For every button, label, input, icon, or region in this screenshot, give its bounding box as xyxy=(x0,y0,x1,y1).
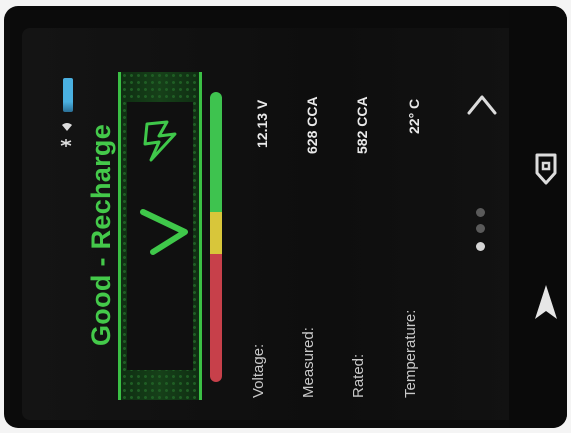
measured-label: Measured: xyxy=(300,327,317,398)
gauge-good-segment xyxy=(210,92,222,212)
device-bezel xyxy=(509,6,567,428)
page-dot[interactable] xyxy=(476,224,485,233)
up-arrow-icon xyxy=(467,95,497,115)
result-title: Good - Recharge xyxy=(86,123,116,346)
result-band-inner xyxy=(127,102,193,370)
rated-value: 582 CCA xyxy=(354,96,370,154)
page-indicator xyxy=(474,208,488,258)
page-dot-active[interactable] xyxy=(476,242,485,251)
voltage-label: Voltage: xyxy=(250,343,267,398)
bluetooth-icon-svg xyxy=(60,139,72,147)
device-photo: Good - Recharge Voltage: 12.13 V Measure… xyxy=(4,6,567,428)
voltage-value: 12.13 V xyxy=(254,99,270,148)
up-button[interactable] xyxy=(460,86,504,126)
back-button[interactable] xyxy=(524,276,567,328)
gauge-marginal-segment xyxy=(210,212,222,254)
lightning-icon xyxy=(143,120,177,162)
result-band xyxy=(118,72,202,400)
wifi-icon xyxy=(60,120,76,134)
home-icon xyxy=(535,153,557,185)
bluetooth-icon xyxy=(60,138,76,152)
temperature-label: Temperature: xyxy=(402,309,419,398)
check-icon xyxy=(140,209,188,255)
rated-label: Rated: xyxy=(350,353,367,398)
page-dot[interactable] xyxy=(476,208,485,217)
wifi-icon-svg xyxy=(62,123,72,131)
measured-value: 628 CCA xyxy=(304,96,320,154)
battery-indicator-icon xyxy=(63,78,73,112)
back-arrow-icon xyxy=(535,285,557,319)
status-bar xyxy=(60,78,80,188)
home-button[interactable] xyxy=(524,146,567,194)
temperature-value: 22° C xyxy=(406,98,422,134)
battery-health-gauge xyxy=(210,92,222,382)
gauge-bad-segment xyxy=(210,254,222,382)
